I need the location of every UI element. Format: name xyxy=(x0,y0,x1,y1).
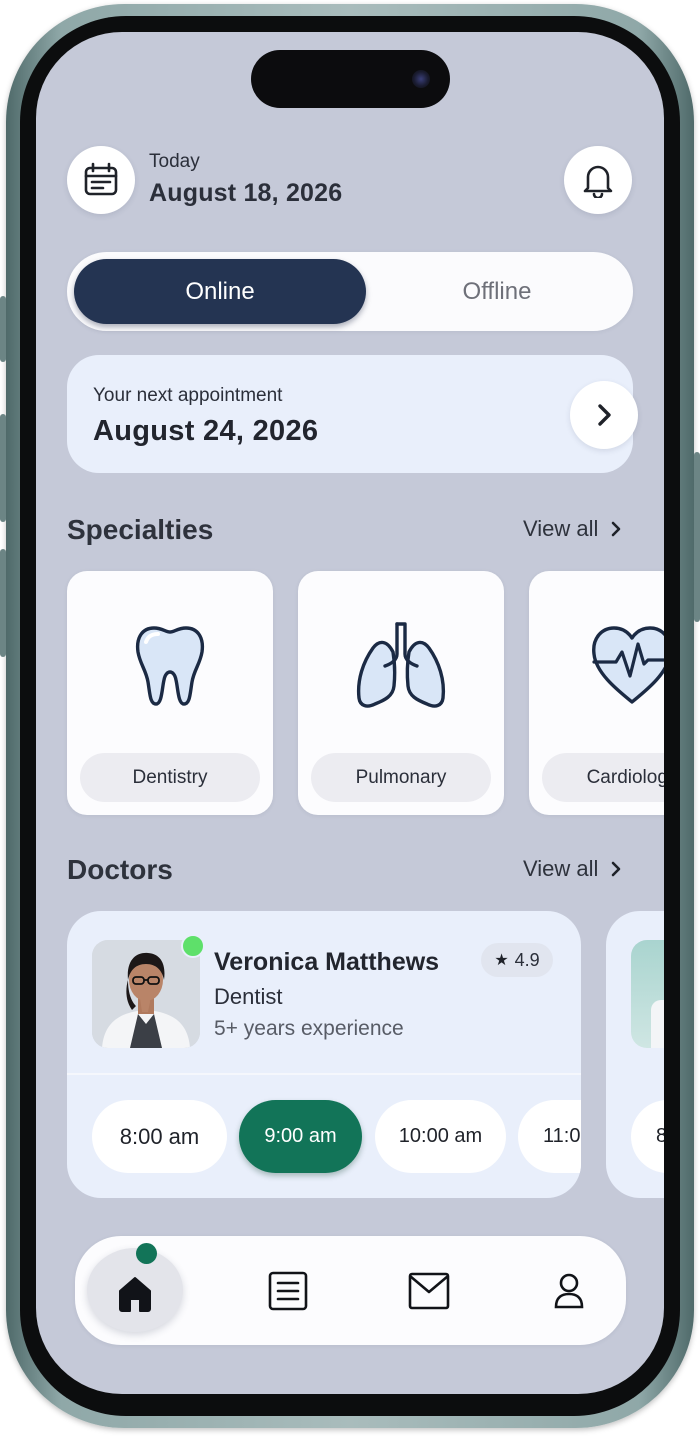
bell-icon xyxy=(583,165,613,198)
chevron-right-icon xyxy=(598,404,611,426)
chevron-right-icon xyxy=(612,861,621,877)
notifications-button[interactable] xyxy=(564,146,632,214)
doctor-specialty: Dentist xyxy=(214,984,283,1009)
tooth-icon xyxy=(135,626,205,706)
calendar-button[interactable] xyxy=(67,146,135,214)
dynamic-island xyxy=(251,50,450,108)
mute-switch xyxy=(0,296,6,362)
tab-profile[interactable] xyxy=(521,1254,617,1328)
home-icon xyxy=(119,1277,151,1312)
app-screen: Today August 18, 2026 Online Offline You… xyxy=(36,32,664,1394)
bottom-tab-bar xyxy=(75,1236,626,1345)
specialties-view-all[interactable]: View all xyxy=(523,516,622,542)
power-button xyxy=(694,452,700,622)
card-divider xyxy=(67,1073,581,1075)
specialty-label: Cardiology xyxy=(542,753,664,802)
rating-value: 4.9 xyxy=(514,949,540,970)
doctor-card[interactable]: Veronica Matthews ★ 4.9 Dentist 5+ years… xyxy=(67,911,581,1198)
time-slot-selected[interactable]: 9:00 am xyxy=(239,1100,362,1173)
doctor-name: Veronica Matthews xyxy=(214,948,440,976)
mode-toggle: Online Offline xyxy=(67,252,633,331)
view-all-label: View all xyxy=(523,516,599,541)
specialty-card-dentistry[interactable]: Dentistry xyxy=(67,571,273,815)
online-status-dot xyxy=(181,934,205,958)
tab-home[interactable] xyxy=(87,1252,183,1336)
time-slot[interactable]: 8:00 am xyxy=(631,1100,664,1173)
rating-badge: ★ 4.9 xyxy=(481,943,553,977)
online-toggle-option[interactable]: Online xyxy=(74,259,366,324)
profile-icon xyxy=(554,1273,584,1309)
time-slot[interactable]: 11:00 am xyxy=(518,1100,581,1173)
view-all-label: View all xyxy=(523,856,599,881)
calendar-icon xyxy=(84,162,118,196)
heart-pulse-icon xyxy=(592,626,664,704)
doctors-view-all[interactable]: View all xyxy=(523,856,622,882)
volume-up-button xyxy=(0,414,6,522)
volume-down-button xyxy=(0,549,6,657)
list-icon xyxy=(268,1271,308,1311)
offline-toggle-option[interactable]: Offline xyxy=(367,259,627,324)
date-value: August 18, 2026 xyxy=(149,179,343,207)
date-label: Today xyxy=(149,151,200,172)
lungs-icon xyxy=(356,622,446,708)
appointment-label: Your next appointment xyxy=(93,385,283,406)
specialty-card-cardiology[interactable]: Cardiology xyxy=(529,571,664,815)
doctor-photo xyxy=(92,940,200,1048)
star-icon: ★ xyxy=(494,952,509,969)
doctor-card-next[interactable]: 8:00 am xyxy=(606,911,664,1198)
doctor-photo xyxy=(631,940,664,1048)
tab-appointments[interactable] xyxy=(240,1254,336,1328)
specialties-title: Specialties xyxy=(67,514,214,545)
front-camera xyxy=(412,70,430,88)
doctor-avatar-icon xyxy=(92,940,200,1048)
specialty-card-pulmonary[interactable]: Pulmonary xyxy=(298,571,504,815)
time-slot[interactable]: 10:00 am xyxy=(375,1100,506,1173)
next-appointment-card[interactable]: Your next appointment August 24, 2026 xyxy=(67,355,638,473)
specialty-label: Pulmonary xyxy=(311,753,491,802)
specialty-label: Dentistry xyxy=(80,753,260,802)
mail-icon xyxy=(408,1272,450,1310)
appointment-arrow-button[interactable] xyxy=(570,381,638,449)
doctor-experience: 5+ years experience xyxy=(214,1017,404,1040)
appointment-date: August 24, 2026 xyxy=(93,415,319,447)
doctors-title: Doctors xyxy=(67,854,173,885)
tab-messages[interactable] xyxy=(381,1254,477,1328)
chevron-right-icon xyxy=(612,521,621,537)
header-date: Today August 18, 2026 xyxy=(149,151,342,208)
time-slot[interactable]: 8:00 am xyxy=(92,1100,227,1173)
